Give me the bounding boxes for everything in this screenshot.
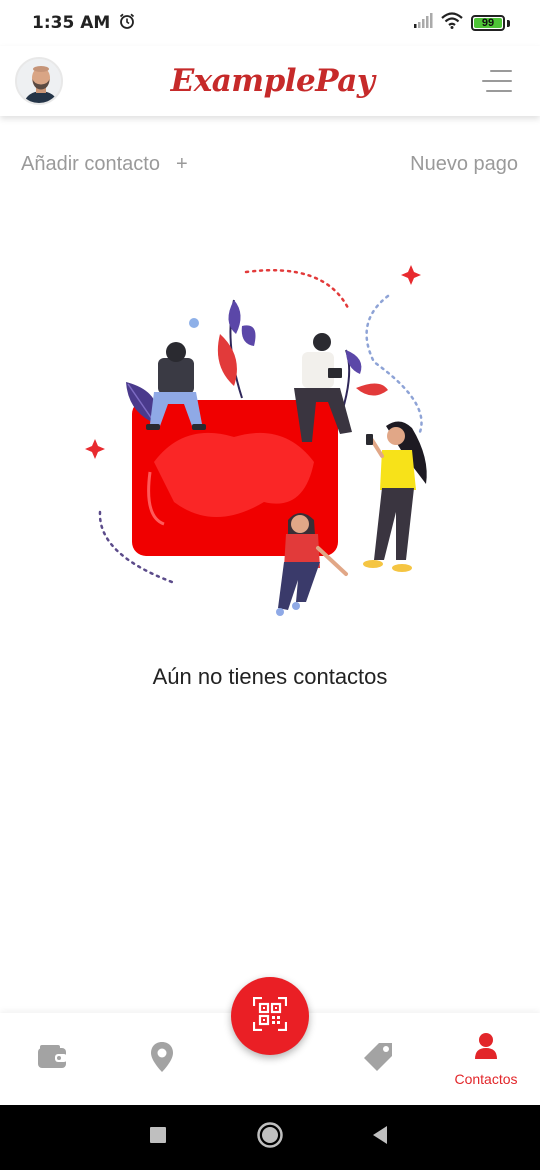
wallet-icon <box>37 1044 67 1075</box>
contacts-label: Contactos <box>454 1070 518 1087</box>
plus-icon: + <box>175 152 188 175</box>
menu-line <box>485 90 512 92</box>
user-avatar[interactable] <box>15 57 63 105</box>
menu-line <box>489 70 512 72</box>
recents-button[interactable] <box>128 1105 188 1170</box>
menu-line <box>481 80 512 82</box>
contacts-screen: 1:35 AM 99 ExamplePay Añadir contacto + … <box>0 0 540 1170</box>
signal-icon <box>413 12 433 34</box>
nav-item-wallet[interactable] <box>22 1013 82 1105</box>
action-row: Añadir contacto + Nuevo pago <box>0 148 540 180</box>
back-button[interactable] <box>350 1105 410 1170</box>
empty-state-message: Aún no tienes contactos <box>152 664 388 689</box>
home-button[interactable] <box>240 1105 300 1170</box>
recents-square-icon <box>149 1126 167 1149</box>
brand-logo: ExamplePay <box>170 63 375 99</box>
battery-icon: 99 <box>471 15 505 31</box>
add-contact-button[interactable]: Añadir contacto + <box>21 153 188 176</box>
new-payment-label: Nuevo pago <box>410 152 518 175</box>
hamburger-menu-icon[interactable] <box>481 70 512 92</box>
app-header: ExamplePay <box>0 46 540 116</box>
nav-item-offers[interactable] <box>348 1013 408 1105</box>
nav-item-location[interactable] <box>132 1013 192 1105</box>
status-bar: 1:35 AM 99 <box>0 0 540 46</box>
system-navigation-bar <box>0 1105 540 1170</box>
back-triangle-icon <box>371 1125 389 1150</box>
battery-level: 99 <box>481 17 495 29</box>
tag-icon <box>362 1041 394 1078</box>
nav-item-contacts[interactable]: Contactos <box>442 1013 530 1105</box>
status-right: 99 <box>413 12 510 34</box>
contacts-person-icon <box>474 1032 498 1065</box>
battery-tip <box>507 19 510 27</box>
qr-scan-button[interactable] <box>231 977 309 1055</box>
location-pin-icon <box>150 1041 174 1078</box>
add-contact-label: Añadir contacto <box>21 152 160 175</box>
qr-code-icon <box>252 996 288 1036</box>
home-circle-icon <box>256 1121 284 1154</box>
status-time: 1:35 AM <box>32 13 111 33</box>
empty-state-illustration <box>84 262 434 622</box>
status-left: 1:35 AM <box>32 12 136 35</box>
new-payment-button[interactable]: Nuevo pago <box>410 153 518 176</box>
wifi-icon <box>441 12 463 34</box>
alarm-icon <box>118 12 136 35</box>
